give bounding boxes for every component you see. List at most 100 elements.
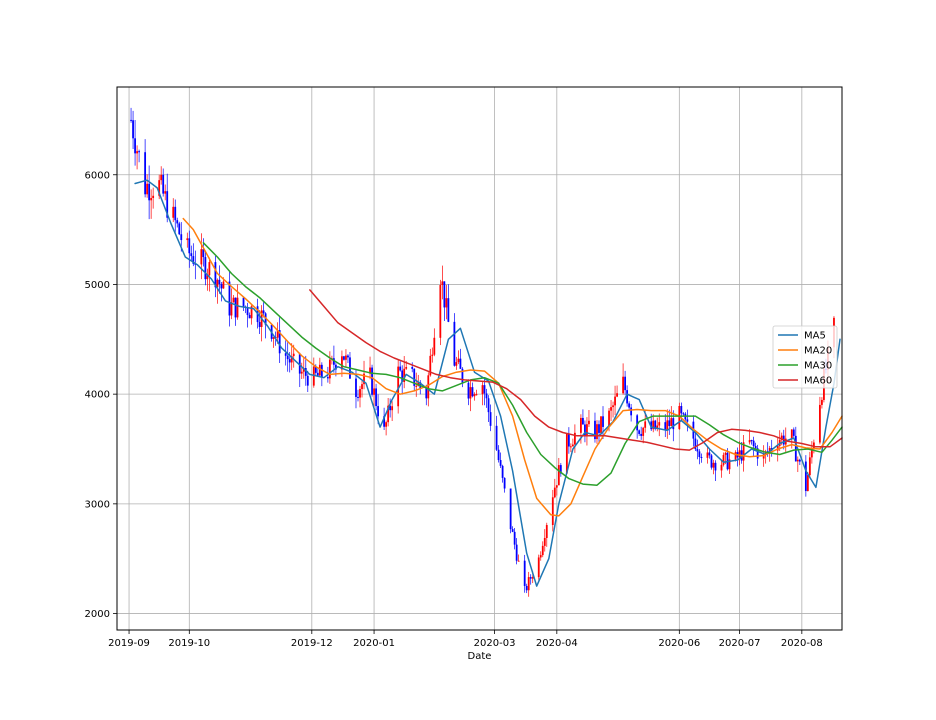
candle-body bbox=[696, 449, 699, 452]
legend-label: MA60 bbox=[804, 376, 832, 387]
candle-body bbox=[638, 430, 641, 434]
candle-body bbox=[455, 362, 458, 366]
candle-body bbox=[355, 378, 357, 397]
candle-body bbox=[292, 353, 295, 357]
candle-body bbox=[361, 384, 363, 389]
candle-body bbox=[246, 307, 249, 316]
candle-body bbox=[582, 417, 584, 425]
candle-body bbox=[598, 424, 600, 433]
candle-body bbox=[738, 450, 741, 458]
candle-body bbox=[596, 424, 598, 440]
candle-body bbox=[821, 399, 823, 405]
candle-body bbox=[712, 462, 715, 468]
candle-body bbox=[306, 375, 309, 386]
candle-body bbox=[174, 206, 177, 221]
candle-body bbox=[415, 385, 418, 387]
candle-body bbox=[724, 452, 727, 455]
candle-body bbox=[134, 138, 136, 154]
candle-body bbox=[714, 462, 717, 471]
candle-body bbox=[750, 440, 753, 442]
candle-body bbox=[567, 433, 570, 447]
candle-body bbox=[144, 152, 147, 195]
x-tick-label: 2020-03 bbox=[474, 638, 516, 649]
candle-body bbox=[489, 412, 492, 426]
candle-body bbox=[160, 174, 163, 181]
candle-body bbox=[385, 422, 388, 427]
candle-body bbox=[473, 394, 476, 397]
x-tick-label: 2020-06 bbox=[658, 638, 700, 649]
candle-body bbox=[708, 452, 711, 456]
candle-body bbox=[343, 356, 345, 360]
candle-body bbox=[288, 359, 291, 363]
candle-body bbox=[487, 398, 490, 413]
candle-body bbox=[551, 497, 554, 526]
candle-body bbox=[162, 174, 165, 194]
x-tick-label: 2020-07 bbox=[719, 638, 761, 649]
x-axis-label: Date bbox=[468, 651, 492, 662]
candle-body bbox=[130, 119, 132, 121]
candle-body bbox=[262, 310, 265, 314]
candle-body bbox=[405, 367, 408, 369]
candle-body bbox=[664, 422, 667, 431]
candle-body bbox=[164, 191, 167, 194]
candlestick-chart: 2019-09 2019-10 2019-12 2020-01 2020-03 2020-… bbox=[0, 0, 936, 720]
candle-body bbox=[580, 417, 582, 433]
candle-body bbox=[501, 465, 504, 478]
candle-body bbox=[571, 444, 574, 447]
candle-body bbox=[796, 459, 799, 462]
candle-body bbox=[286, 355, 289, 360]
candle-body bbox=[146, 183, 149, 195]
y-tick-label: 2000 bbox=[85, 609, 110, 620]
candle-body bbox=[630, 407, 633, 416]
candle-body bbox=[316, 372, 319, 376]
candle-body bbox=[228, 281, 231, 316]
candle-body bbox=[790, 429, 793, 439]
y-tick-label: 5000 bbox=[85, 280, 110, 291]
candle-body bbox=[208, 262, 211, 276]
candle-body bbox=[471, 387, 474, 397]
x-tick-label: 2019-12 bbox=[291, 638, 333, 649]
candle-body bbox=[710, 455, 713, 468]
candle-body bbox=[602, 416, 604, 427]
candle-body bbox=[347, 355, 349, 358]
candle-body bbox=[600, 416, 602, 433]
candle-body bbox=[439, 285, 442, 338]
candle-body bbox=[248, 315, 251, 319]
y-tick-label: 6000 bbox=[85, 170, 110, 181]
candle-body bbox=[371, 367, 373, 395]
candle-body bbox=[503, 477, 506, 489]
candle-body bbox=[132, 120, 134, 139]
candle-body bbox=[628, 403, 631, 408]
candle-body bbox=[443, 281, 446, 308]
candle-body bbox=[499, 460, 502, 466]
candle-body bbox=[188, 238, 191, 254]
candle-body bbox=[668, 420, 671, 427]
candle-body bbox=[720, 464, 723, 471]
candle-body bbox=[527, 577, 530, 591]
candle-body bbox=[427, 375, 430, 399]
candle-body bbox=[557, 465, 560, 486]
candle-body bbox=[300, 371, 303, 374]
candle-body bbox=[236, 297, 239, 318]
candle-body bbox=[658, 422, 661, 426]
candle-body bbox=[242, 297, 245, 307]
candle-body bbox=[375, 388, 377, 407]
candle-body bbox=[326, 377, 329, 379]
candle-body bbox=[190, 253, 193, 257]
candle-body bbox=[610, 407, 612, 411]
candle-body bbox=[328, 359, 331, 379]
candle-body bbox=[457, 358, 460, 363]
candle-body bbox=[622, 376, 624, 394]
candle-body bbox=[318, 364, 321, 376]
candle-body bbox=[624, 376, 627, 391]
candle-body bbox=[445, 298, 448, 308]
candle-body bbox=[754, 446, 757, 449]
candle-body bbox=[752, 440, 755, 447]
candle-body bbox=[220, 284, 223, 289]
candle-body bbox=[495, 425, 498, 450]
legend-label: MA20 bbox=[804, 346, 832, 357]
candle-body bbox=[469, 387, 472, 399]
candle-body bbox=[614, 396, 616, 406]
candle-body bbox=[616, 393, 618, 397]
candle-body bbox=[391, 406, 394, 411]
